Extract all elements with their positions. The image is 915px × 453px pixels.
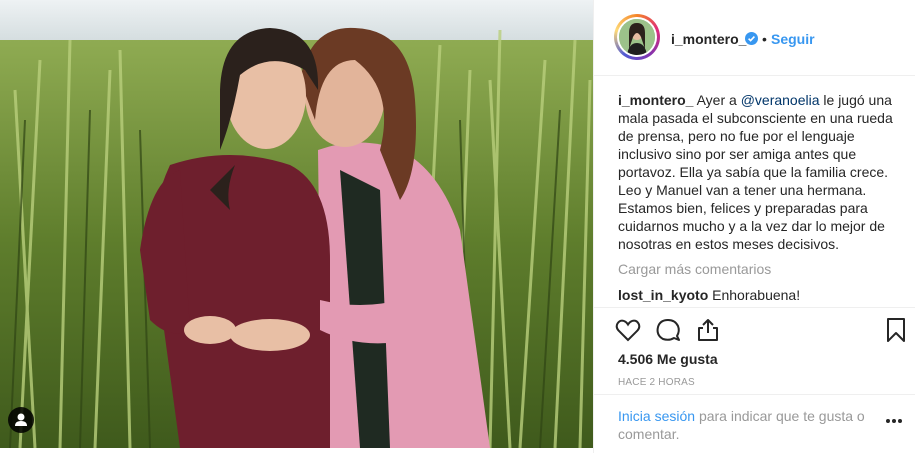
caption-line: Leo y Manuel van a tener una hermana. <box>618 182 867 198</box>
bookmark-icon[interactable] <box>882 316 910 344</box>
user-tag-icon[interactable] <box>8 407 34 433</box>
comment-icon[interactable] <box>654 316 682 344</box>
load-more-comments-link[interactable]: Cargar más comentarios <box>618 261 771 277</box>
post-header: i_montero_ • Seguir <box>594 0 915 76</box>
post-timestamp[interactable]: HACE 2 HORAS <box>618 377 695 388</box>
comment-username[interactable]: lost_in_kyoto <box>618 287 708 303</box>
instagram-post: i_montero_ • Seguir i_montero_ Ayer a @v… <box>0 0 915 453</box>
comment-text: Enhorabuena! <box>712 287 801 303</box>
likes-count[interactable]: 4.506 Me gusta <box>618 351 718 367</box>
photo-illustration <box>0 0 593 448</box>
caption-text-start: Ayer a <box>696 92 737 108</box>
caption-line: Estamos bien, felices y preparadas para <box>618 200 868 216</box>
post-photo[interactable] <box>0 0 593 448</box>
caption-line: mala pasada el subconsciente en una rued… <box>618 110 893 126</box>
caption-line: de prensa, pero no fue por el lenguaje <box>618 128 855 144</box>
share-icon[interactable] <box>694 316 722 344</box>
divider <box>594 307 915 308</box>
caption-line: inclusivo sino por ser amiga antes que <box>618 146 857 162</box>
caption-line: portavoz. Ella ya sabía que la familia c… <box>618 164 889 180</box>
comment-item: lost_in_kyoto Enhorabuena! <box>618 287 800 303</box>
header-separator: • <box>762 31 767 47</box>
post-caption: i_montero_ Ayer a @veranoelia le jugó un… <box>618 91 893 253</box>
more-options-icon[interactable] <box>884 413 904 423</box>
caption-username[interactable]: i_montero_ <box>618 92 693 108</box>
divider <box>594 394 915 395</box>
verified-badge-icon <box>745 32 758 45</box>
post-side-panel: i_montero_ • Seguir i_montero_ Ayer a @v… <box>593 0 915 453</box>
caption-line: cuidarnos mucho y a la vez dar lo mejor … <box>618 218 885 234</box>
caption-text-end: le jugó una <box>823 92 892 108</box>
heart-icon[interactable] <box>614 316 642 344</box>
caption-mention[interactable]: @veranoelia <box>741 92 820 108</box>
header-username[interactable]: i_montero_ <box>671 31 746 47</box>
login-prompt: Inicia sesión para indicar que te gusta … <box>618 407 870 443</box>
avatar-ring[interactable] <box>614 14 660 60</box>
follow-button[interactable]: Seguir <box>771 31 815 47</box>
avatar[interactable] <box>619 19 655 55</box>
caption-line: nosotras en estos meses decisivos. <box>618 236 839 252</box>
login-link[interactable]: Inicia sesión <box>618 408 695 424</box>
